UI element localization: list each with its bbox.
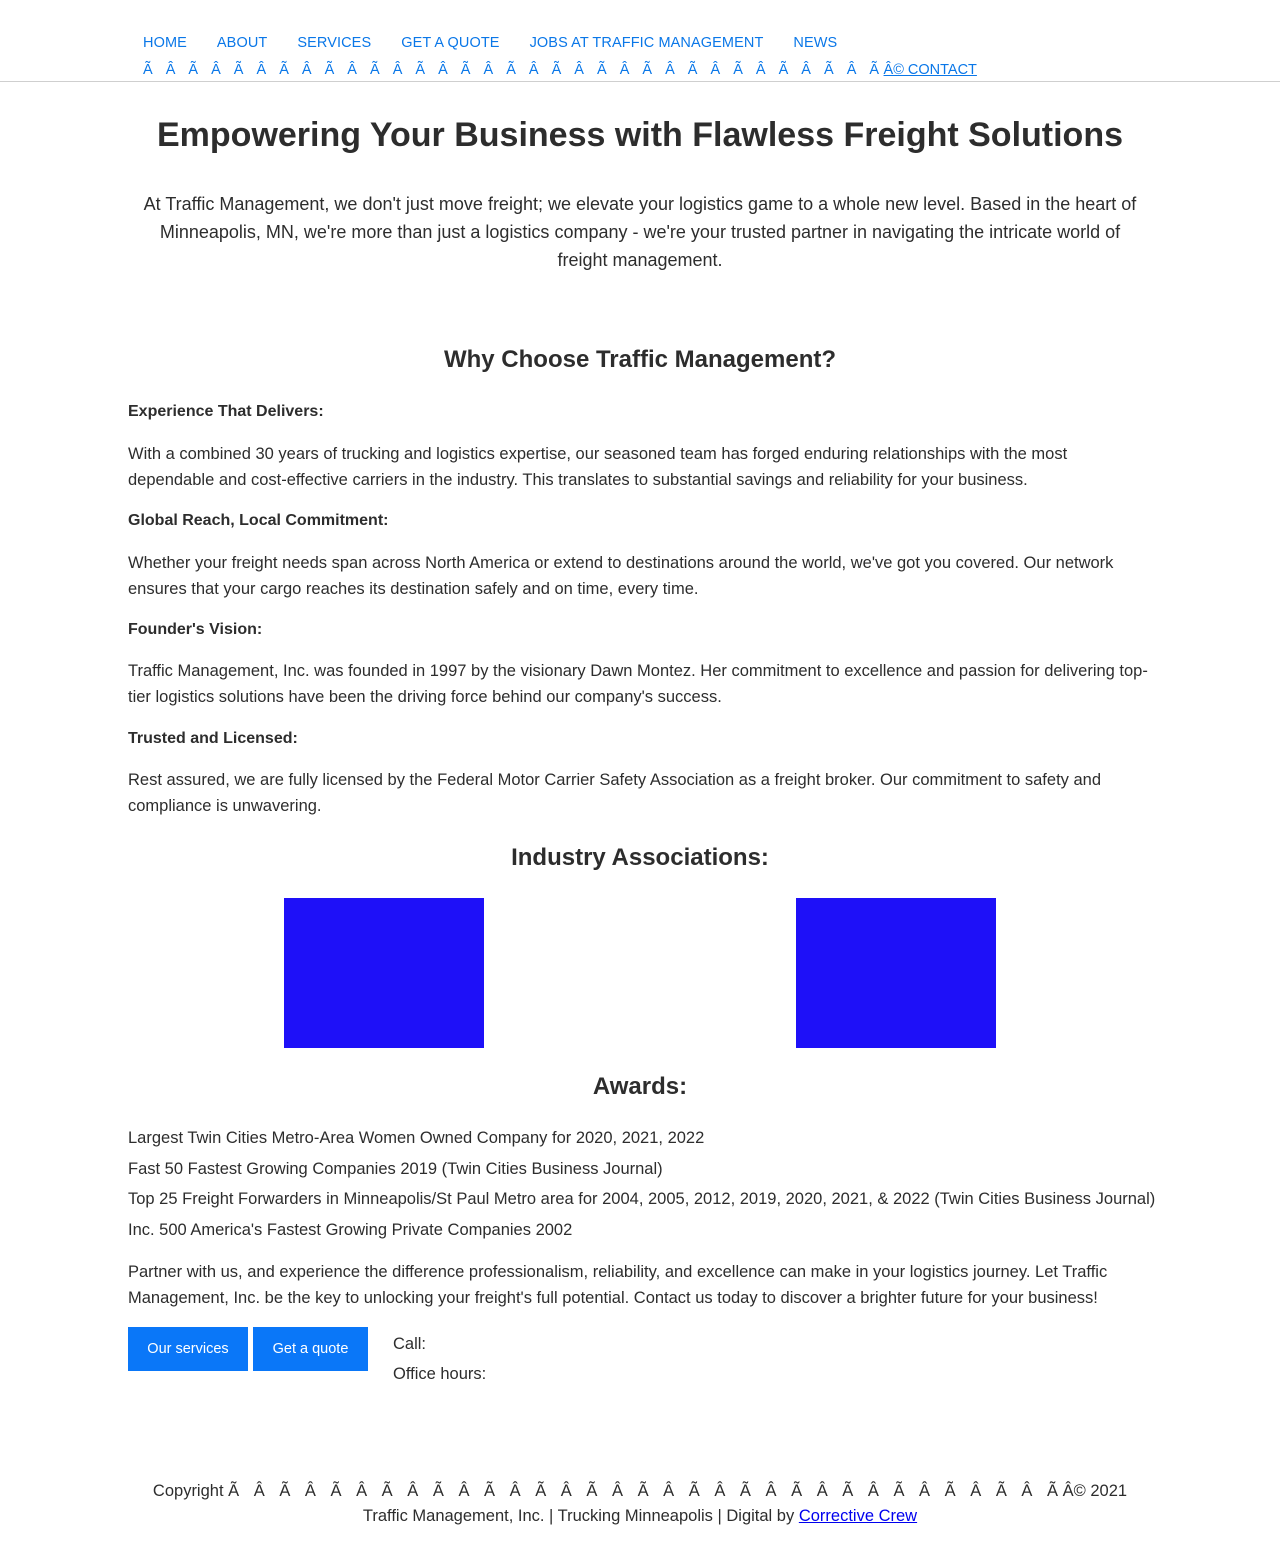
footer-company-text: Traffic Management, Inc. | Trucking Minn… bbox=[362, 1507, 799, 1525]
nav-services-link[interactable]: SERVICES bbox=[297, 35, 371, 51]
copyright-year: Â© 2021 bbox=[1062, 1482, 1128, 1500]
award-item: Top 25 Freight Forwarders in Minneapolis… bbox=[128, 1190, 1156, 1208]
award-item: Inc. 500 America's Fastest Growing Priva… bbox=[128, 1221, 573, 1239]
office-hours-label: Office hours: bbox=[393, 1365, 487, 1383]
award-item: Largest Twin Cities Metro-Area Women Own… bbox=[128, 1129, 705, 1147]
feature-label-founder: Founder's Vision: bbox=[128, 621, 263, 638]
footer-copyright: Copyright Ã Â Ã Â Ã Â Ã Â Ã Â Ã Â Ã Â Ã … bbox=[0, 1482, 1280, 1501]
nav-jobs-link[interactable]: JOBS AT TRAFFIC MANAGEMENT bbox=[530, 35, 764, 51]
primary-nav: HOME ABOUT SERVICES GET A QUOTE JOBS AT … bbox=[143, 35, 837, 51]
awards-heading: Awards: bbox=[592, 1073, 688, 1100]
feature-text-founder: Traffic Management, Inc. was founded in … bbox=[128, 662, 1148, 706]
association-logo-2 bbox=[796, 898, 996, 1048]
award-item: Fast 50 Fastest Growing Companies 2019 (… bbox=[128, 1160, 663, 1178]
feature-label-experience: Experience That Delivers: bbox=[128, 403, 324, 420]
feature-label-licensed: Trusted and Licensed: bbox=[128, 730, 298, 747]
association-logo-1 bbox=[284, 898, 484, 1048]
get-a-quote-button[interactable]: Get a quote bbox=[253, 1327, 368, 1371]
nav-garbled-text: Ã Â Ã Â Ã Â Ã Â Ã Â Ã Â Ã Â Ã Â Ã Â Ã Â … bbox=[143, 62, 880, 78]
nav-news-link[interactable]: NEWS bbox=[793, 35, 837, 51]
nav-contact-link[interactable]: Â© CONTACT bbox=[884, 62, 977, 78]
closing-paragraph: Partner with us, and experience the diff… bbox=[128, 1263, 1108, 1307]
feature-text-licensed: Rest assured, we are fully licensed by t… bbox=[128, 771, 1102, 815]
nav-home-link[interactable]: HOME bbox=[143, 35, 187, 51]
page-title: Empowering Your Business with Flawless F… bbox=[157, 116, 1123, 154]
hero-intro: At Traffic Management, we don't just mov… bbox=[143, 194, 1137, 270]
corrective-crew-link[interactable]: Corrective Crew bbox=[799, 1507, 917, 1525]
call-label: Call: bbox=[393, 1335, 427, 1353]
secondary-nav: Ã Â Ã Â Ã Â Ã Â Ã Â Ã Â Ã Â Ã Â Ã Â Ã Â … bbox=[143, 61, 977, 79]
feature-text-global-reach: Whether your freight needs span across N… bbox=[128, 554, 1114, 598]
nav-about-link[interactable]: ABOUT bbox=[217, 35, 267, 51]
footer-credits: Traffic Management, Inc. | Trucking Minn… bbox=[0, 1507, 1280, 1526]
feature-text-experience: With a combined 30 years of trucking and… bbox=[128, 445, 1068, 489]
feature-label-global-reach: Global Reach, Local Commitment: bbox=[128, 512, 389, 529]
copyright-prefix: Copyright bbox=[152, 1482, 224, 1500]
top-navigation: HOME ABOUT SERVICES GET A QUOTE JOBS AT … bbox=[0, 0, 1280, 82]
industry-associations-heading: Industry Associations: bbox=[511, 844, 769, 871]
our-services-button[interactable]: Our services bbox=[128, 1327, 248, 1371]
nav-get-a-quote-link[interactable]: GET A QUOTE bbox=[401, 35, 499, 51]
why-choose-heading: Why Choose Traffic Management? bbox=[443, 346, 837, 373]
footer-garbled-text: Ã Â Ã Â Ã Â Ã Â Ã Â Ã Â Ã Â Ã Â Ã Â Ã Â … bbox=[228, 1482, 1059, 1500]
